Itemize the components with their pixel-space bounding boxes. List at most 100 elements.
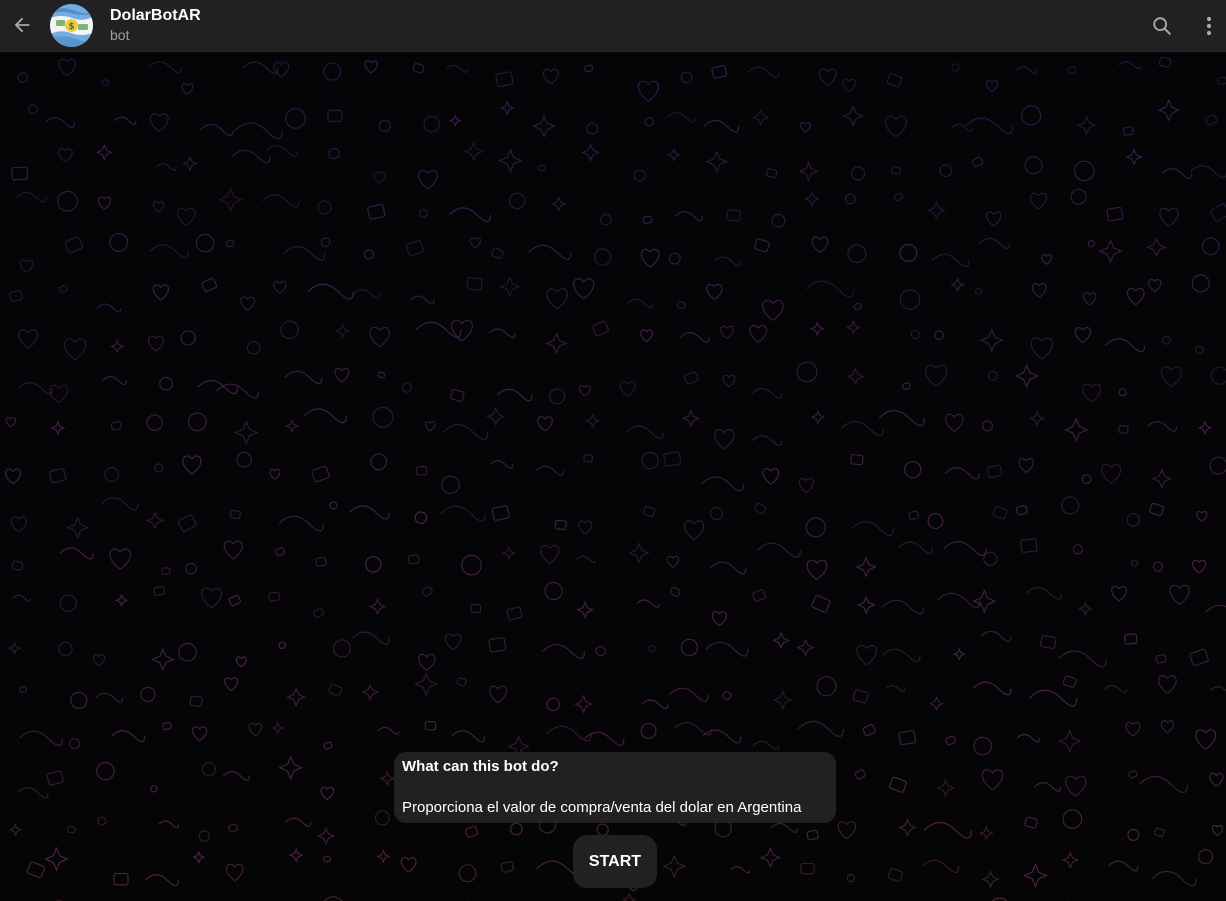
doodle-shape [16, 787, 49, 799]
doodle-shape [811, 236, 829, 254]
doodle-shape [424, 421, 436, 432]
doodle-shape [109, 548, 132, 570]
doodle-shape [315, 556, 327, 567]
doodle-shape [640, 722, 657, 739]
doodle-shape [749, 325, 768, 343]
doodle-shape [104, 467, 120, 483]
doodle-shape [939, 164, 953, 178]
doodle-shape [1057, 729, 1082, 754]
doodle-shape [313, 608, 324, 618]
doodle-shape [5, 468, 22, 485]
arrow-left-icon [14, 17, 30, 33]
doodle-shape [328, 683, 343, 697]
doodle-shape [368, 597, 387, 616]
doodle-shape [705, 641, 749, 657]
doodle-shape [640, 248, 660, 268]
back-button[interactable] [6, 9, 38, 41]
doodle-shape [1197, 849, 1214, 865]
doodle-shape [805, 517, 826, 538]
doodle-shape [1211, 824, 1224, 836]
doodle-shape [754, 238, 770, 253]
doodle-shape [198, 830, 211, 842]
doodle-shape [668, 252, 681, 265]
doodle-shape [747, 66, 780, 79]
doodle-shape [1111, 585, 1127, 602]
doodle-shape [444, 633, 462, 651]
doodle-shape [327, 109, 343, 122]
doodle-shape [1063, 417, 1089, 443]
doodle-shape [284, 370, 323, 385]
doodle-shape [1016, 66, 1038, 75]
doodle-shape [923, 821, 972, 839]
doodle-shape [64, 236, 84, 254]
doodle-shape [162, 721, 172, 731]
doodle-shape [185, 562, 197, 575]
doodle-shape [837, 821, 856, 840]
doodle-shape [153, 585, 166, 597]
doodle-shape [323, 855, 331, 863]
doodle-shape [66, 825, 76, 834]
doodle-shape [979, 237, 1011, 250]
doodle-shape [499, 275, 521, 298]
doodle-shape [334, 323, 351, 339]
avatar[interactable]: $ [50, 4, 93, 47]
doodle-shape [373, 171, 386, 184]
doodle-shape [1058, 650, 1107, 668]
doodle-shape [377, 726, 400, 735]
doodle-shape [370, 453, 388, 471]
doodle-shape [545, 332, 568, 355]
doodle-shape [1151, 870, 1197, 887]
doodle-shape [770, 822, 798, 833]
doodle-shape [222, 771, 250, 781]
doodle-shape [1020, 538, 1038, 554]
doodle-shape [936, 592, 981, 609]
doodle-shape [806, 829, 819, 841]
doodle-shape [285, 108, 306, 129]
doodle-shape [797, 720, 844, 737]
doodle-shape [286, 687, 306, 707]
doodle-shape [508, 192, 526, 210]
more-options-button[interactable] [1196, 11, 1222, 41]
doodle-shape [965, 117, 1014, 135]
doodle-shape [59, 594, 77, 612]
doodle-shape [578, 520, 593, 535]
doodle-shape [149, 244, 189, 259]
doodle-shape [201, 277, 218, 293]
doodle-shape [628, 541, 650, 564]
doodle-shape [280, 320, 299, 340]
doodle-shape [496, 388, 533, 402]
doodle-shape [805, 280, 855, 298]
doodle-shape [971, 156, 984, 168]
chat-title[interactable]: DolarBotAR [110, 6, 201, 26]
doodle-shape [1078, 601, 1093, 617]
chat-subtitle: bot [110, 27, 130, 43]
doodle-shape [596, 823, 609, 836]
doodle-shape [159, 376, 173, 391]
doodle-shape [418, 208, 428, 218]
doodle-shape [95, 692, 124, 703]
doodle-shape [1160, 720, 1175, 734]
doodle-shape [684, 520, 705, 541]
doodle-shape [458, 864, 477, 883]
doodle-shape [1081, 474, 1092, 485]
search-icon [1153, 17, 1171, 35]
doodle-shape [711, 611, 727, 627]
doodle-shape [1015, 505, 1028, 516]
doodle-shape [798, 477, 814, 493]
doodle-shape [18, 382, 53, 395]
doodle-shape [535, 465, 564, 476]
start-button[interactable]: START [573, 835, 657, 888]
doodle-shape [928, 695, 945, 712]
doodle-shape [573, 694, 594, 714]
doodle-shape [101, 497, 139, 511]
doodle-shape [899, 289, 921, 310]
doodle-shape [528, 244, 572, 260]
doodle-shape [154, 463, 164, 473]
doodle-shape [1209, 772, 1224, 787]
search-button[interactable] [1147, 11, 1177, 41]
doodle-shape [225, 863, 244, 882]
doodle-shape [576, 555, 596, 564]
doodle-shape [217, 187, 243, 213]
doodle-shape [709, 506, 724, 521]
doodle-shape [1201, 237, 1220, 256]
